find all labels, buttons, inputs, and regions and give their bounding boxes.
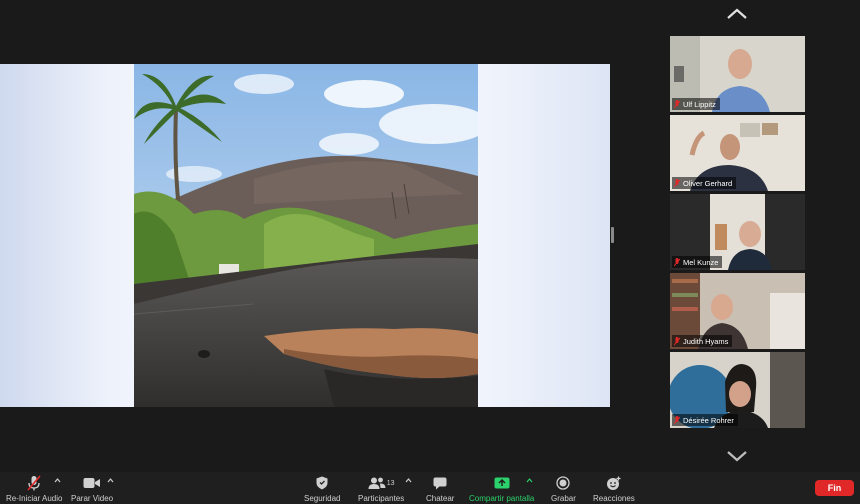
participant-name-tag: Judith Hyams	[672, 335, 733, 347]
chat-button-label: Chatear	[426, 494, 455, 503]
participant-name-tag: Désirée Rohrer	[672, 414, 738, 426]
shield-icon	[316, 476, 328, 490]
emoji-plus-icon	[607, 476, 621, 490]
participant-name: Judith Hyams	[683, 336, 729, 346]
audio-button-label: Re-Iniciar Audio	[6, 494, 63, 503]
mic-muted-icon	[674, 257, 680, 266]
reactions-button[interactable]: Reacciones	[593, 475, 635, 503]
participant-name-tag: Ulf Lippitz	[672, 98, 720, 110]
participant-tile-4[interactable]: Judith Hyams	[670, 273, 805, 349]
share-options-caret-icon[interactable]	[526, 477, 533, 484]
participants-button[interactable]: 13 Participantes	[358, 475, 404, 503]
shared-photo	[134, 64, 478, 407]
participant-name: Ulf Lippitz	[683, 99, 716, 109]
mic-muted-icon	[674, 99, 680, 108]
meeting-toolbar: Re-Iniciar Audio Parar Video Seguridad 1…	[0, 472, 860, 504]
participants-count: 13	[386, 479, 395, 487]
participant-tile-3[interactable]: Mel Kunze	[670, 194, 805, 270]
people-icon	[368, 477, 386, 489]
mic-muted-icon	[27, 475, 41, 491]
mic-muted-icon	[674, 415, 680, 424]
chevron-down-icon[interactable]	[726, 450, 748, 462]
participants-options-caret-icon[interactable]	[405, 477, 412, 484]
chevron-up-icon[interactable]	[726, 8, 748, 20]
reactions-button-label: Reacciones	[593, 494, 635, 503]
record-icon	[556, 476, 571, 490]
participant-name: Oliver Gerhard	[683, 178, 733, 188]
shared-screen	[0, 64, 610, 407]
participant-name-tag: Oliver Gerhard	[672, 177, 737, 189]
participant-tile-5[interactable]: Désirée Rohrer	[670, 352, 805, 428]
security-button-label: Seguridad	[304, 494, 341, 503]
participant-name: Désirée Rohrer	[683, 415, 734, 425]
participants-button-label: Participantes	[358, 494, 405, 503]
participant-name: Mel Kunze	[683, 257, 719, 267]
share-screen-button-label: Compartir pantalla	[469, 494, 535, 503]
video-button-label: Parar Video	[71, 494, 114, 503]
participant-tile-2[interactable]: Oliver Gerhard	[670, 115, 805, 191]
participant-name-tag: Mel Kunze	[672, 256, 723, 268]
record-button[interactable]: Grabar	[551, 475, 576, 503]
chat-button[interactable]: Chatear	[426, 475, 454, 503]
share-screen-icon	[494, 477, 510, 489]
split-view-handle[interactable]	[611, 227, 614, 243]
mic-muted-icon	[674, 336, 680, 345]
video-camera-icon	[83, 478, 101, 488]
end-meeting-button[interactable]: Fin	[815, 480, 854, 496]
share-screen-button[interactable]: Compartir pantalla	[469, 475, 534, 503]
video-options-caret-icon[interactable]	[107, 477, 114, 484]
audio-options-caret-icon[interactable]	[54, 477, 61, 484]
participant-tile-1[interactable]: Ulf Lippitz	[670, 36, 805, 112]
mic-muted-icon	[674, 178, 680, 187]
chat-bubble-icon	[433, 477, 447, 489]
record-button-label: Grabar	[551, 494, 576, 503]
security-button[interactable]: Seguridad	[304, 475, 340, 503]
